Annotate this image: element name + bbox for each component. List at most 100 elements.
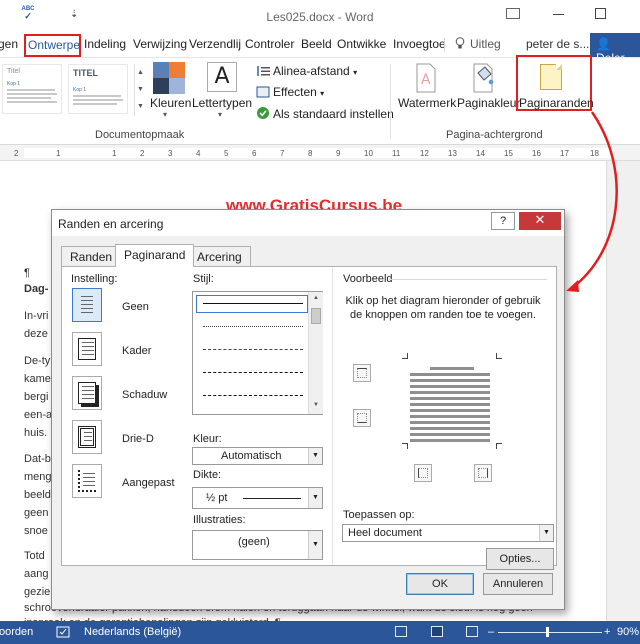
fonts-icon[interactable]: A bbox=[207, 62, 237, 92]
width-select[interactable]: ½ pt ▼ bbox=[192, 487, 323, 509]
print-layout-icon[interactable] bbox=[431, 626, 443, 637]
setting-custom-label[interactable]: Aangepast bbox=[122, 477, 175, 489]
setting-shadow-icon[interactable] bbox=[72, 376, 102, 410]
zoom-level[interactable]: 90% bbox=[617, 626, 639, 638]
border-style-list[interactable]: ▲ ▼ bbox=[192, 291, 323, 415]
style-set-thumbnail[interactable]: TITEL Kop 1 bbox=[68, 64, 128, 114]
options-button[interactable]: Opties... bbox=[486, 548, 554, 570]
cancel-button[interactable]: Annuleren bbox=[483, 573, 553, 595]
setting-none-label[interactable]: Geen bbox=[122, 301, 149, 313]
tab-controleren[interactable]: Controler bbox=[245, 37, 294, 51]
effects-button[interactable]: Effecten ▾ bbox=[256, 85, 324, 99]
setting-none-icon[interactable] bbox=[72, 288, 102, 322]
preview-text-line bbox=[410, 373, 490, 376]
gallery-more-icon[interactable]: ▼ bbox=[135, 98, 146, 115]
setting-shadow-glyph bbox=[78, 382, 96, 404]
close-button[interactable]: ✕ bbox=[519, 212, 561, 230]
document-text-line: kame bbox=[24, 373, 51, 385]
paragraph-spacing-icon bbox=[256, 65, 270, 77]
tab-beeld[interactable]: Beeld bbox=[301, 37, 332, 51]
tab-verzendlijsten[interactable]: Verzendlij bbox=[189, 37, 241, 51]
zoom-in-icon[interactable]: + bbox=[604, 626, 610, 638]
gallery-down-icon[interactable]: ▼ bbox=[135, 81, 146, 98]
style-option-dotted[interactable] bbox=[203, 326, 303, 327]
ruler[interactable]: 2 1 1 2 3 4 5 6 7 8 9 10 11 12 13 14 15 16 17 18 bbox=[0, 145, 640, 161]
color-select[interactable]: Automatisch ▼ bbox=[192, 447, 323, 465]
setting-custom-icon[interactable] bbox=[72, 464, 102, 498]
setting-3d-icon[interactable] bbox=[72, 420, 102, 454]
watermark-button[interactable]: Watermerk bbox=[398, 96, 456, 110]
setting-box-icon[interactable] bbox=[72, 332, 102, 366]
glyph-line bbox=[84, 432, 92, 433]
style-option-solid[interactable] bbox=[203, 303, 303, 304]
tab-invoegtoepassingen[interactable]: Invoegtoe bbox=[393, 37, 446, 51]
tab-ontwikkelaars[interactable]: Ontwikke bbox=[337, 37, 386, 51]
tell-me-icon[interactable] bbox=[455, 37, 465, 51]
zoom-slider[interactable] bbox=[498, 632, 602, 633]
style-set-thumbnail[interactable]: Titel Kop 1 bbox=[2, 64, 62, 114]
vertical-scrollbar[interactable] bbox=[606, 161, 640, 621]
colors-icon[interactable] bbox=[153, 62, 185, 94]
language[interactable]: Nederlands (België) bbox=[84, 626, 181, 638]
setting-box-label[interactable]: Kader bbox=[122, 345, 151, 357]
scroll-up-icon[interactable]: ▲ bbox=[309, 295, 323, 301]
tab-paginarand[interactable]: Paginarand bbox=[115, 244, 195, 267]
paragraph-spacing-button[interactable]: Alinea-afstand ▾ bbox=[256, 64, 357, 78]
share-button[interactable]: 👤 Deler bbox=[590, 33, 640, 65]
tab-invoegen[interactable]: gen bbox=[0, 37, 18, 51]
tab-ontwerpen[interactable]: Ontwerpe bbox=[24, 34, 81, 57]
right-border-button[interactable] bbox=[474, 464, 492, 482]
zoom-out-icon[interactable]: – bbox=[488, 626, 494, 638]
read-mode-icon[interactable] bbox=[395, 626, 407, 637]
style-list-scrollbar[interactable]: ▲ ▼ bbox=[308, 292, 323, 414]
thumbnail-title: Titel bbox=[7, 68, 20, 75]
tab-uitleg[interactable]: Uitleg bbox=[470, 37, 501, 51]
ruler-tick: 6 bbox=[252, 149, 257, 158]
setting-3d-label[interactable]: Drie-D bbox=[122, 433, 154, 445]
set-as-default-button[interactable]: Als standaard instellen bbox=[256, 106, 394, 121]
style-option-dashed[interactable] bbox=[203, 349, 303, 350]
maximize-icon[interactable] bbox=[595, 8, 606, 19]
help-button[interactable]: ? bbox=[491, 212, 515, 230]
colors-dropdown-icon[interactable]: ▾ bbox=[163, 110, 167, 119]
page-color-button[interactable]: Paginakleur bbox=[457, 96, 520, 110]
colors-button[interactable]: Kleuren bbox=[150, 96, 191, 110]
style-selection[interactable] bbox=[196, 295, 308, 313]
preview-text-line bbox=[410, 433, 490, 436]
zoom-slider-thumb[interactable] bbox=[546, 627, 549, 637]
fonts-dropdown-icon[interactable]: ▾ bbox=[218, 110, 222, 119]
tab-arcering[interactable]: Arcering bbox=[188, 246, 251, 266]
page-borders-button[interactable]: Paginaranden bbox=[519, 96, 594, 110]
apply-to-select[interactable]: Heel document ▼ bbox=[342, 524, 554, 542]
minimize-icon[interactable] bbox=[553, 14, 564, 15]
page-color-icon[interactable] bbox=[470, 63, 496, 93]
left-border-button[interactable] bbox=[414, 464, 432, 482]
ruler-tick: 11 bbox=[392, 149, 401, 158]
tab-verwijzingen[interactable]: Verwijzing bbox=[133, 37, 187, 51]
gallery-scroll[interactable]: ▲ ▼ ▼ bbox=[134, 64, 146, 116]
user-name[interactable]: peter de s... bbox=[526, 37, 589, 51]
art-select[interactable]: (geen) ▼ bbox=[192, 530, 323, 560]
bottom-border-glyph bbox=[357, 413, 367, 423]
title-bar: ABC ✓ ⇣ Les025.docx - Word bbox=[0, 0, 640, 33]
watermark-icon[interactable]: A bbox=[413, 63, 439, 93]
tab-indeling[interactable]: Indeling bbox=[84, 37, 126, 51]
proofing-icon[interactable] bbox=[56, 626, 70, 641]
fonts-button[interactable]: Lettertypen bbox=[192, 96, 252, 110]
page-borders-icon[interactable] bbox=[540, 64, 562, 90]
word-count[interactable]: oorden bbox=[0, 626, 33, 638]
ok-button[interactable]: OK bbox=[406, 573, 474, 595]
top-border-button[interactable] bbox=[353, 364, 371, 382]
tab-randen[interactable]: Randen bbox=[61, 246, 122, 266]
scroll-thumb[interactable] bbox=[311, 308, 321, 324]
right-border-glyph bbox=[478, 468, 488, 478]
setting-shadow-label[interactable]: Schaduw bbox=[122, 389, 167, 401]
ribbon-display-options-icon[interactable] bbox=[506, 8, 520, 19]
style-option-long-dash[interactable] bbox=[203, 372, 303, 373]
bottom-border-button[interactable] bbox=[353, 409, 371, 427]
glyph-line bbox=[83, 473, 95, 474]
gallery-up-icon[interactable]: ▲ bbox=[135, 64, 146, 81]
scroll-down-icon[interactable]: ▼ bbox=[309, 402, 323, 408]
style-option-dash-dot[interactable] bbox=[203, 395, 303, 396]
web-layout-icon[interactable] bbox=[466, 626, 478, 637]
